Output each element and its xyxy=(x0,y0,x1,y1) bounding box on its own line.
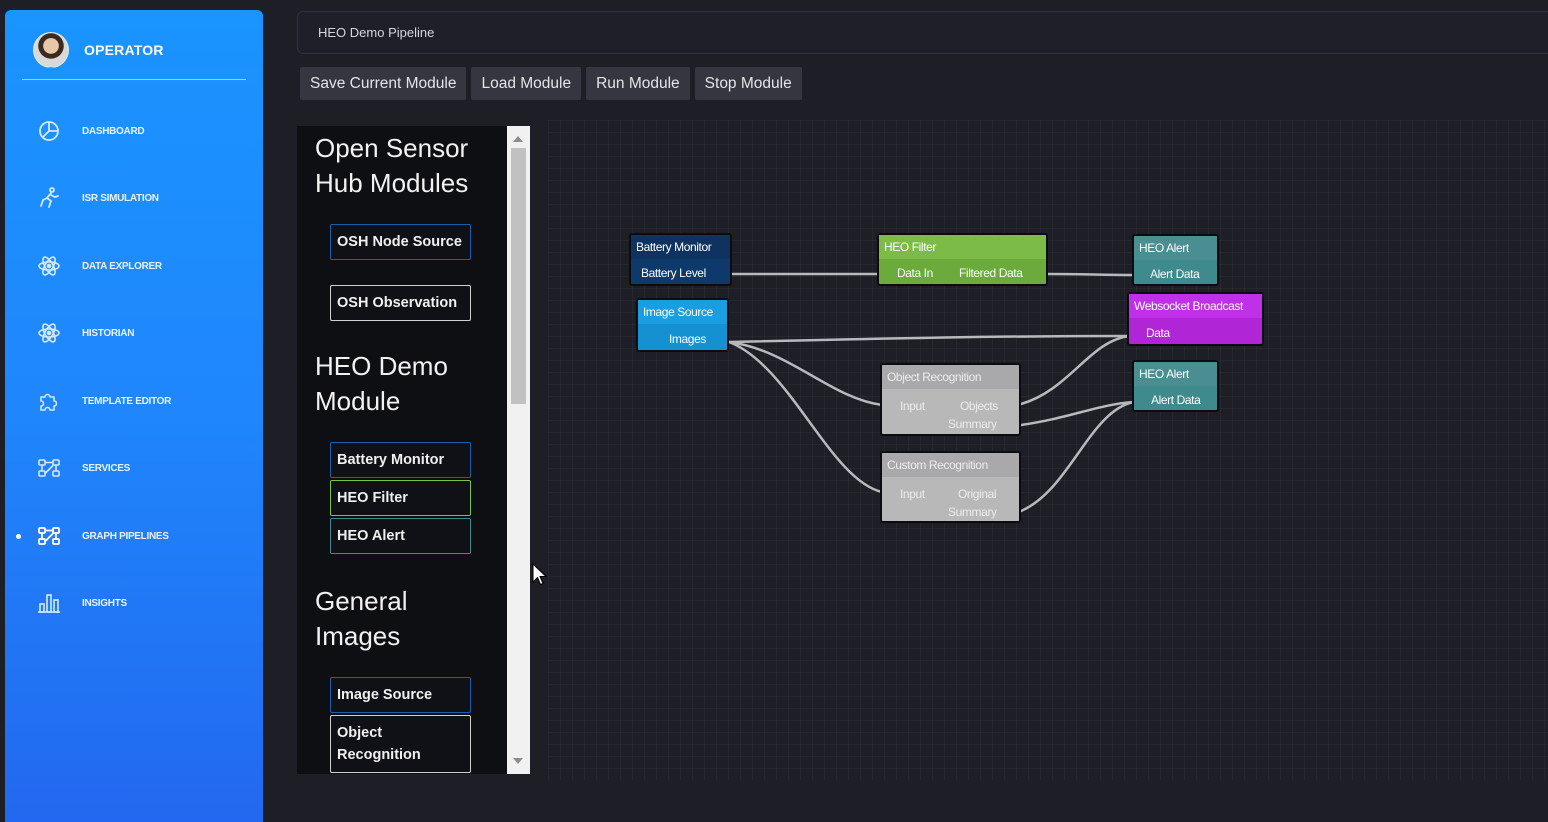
mouse-pointer-icon xyxy=(532,563,548,586)
node-output-port[interactable]: Filtered Data xyxy=(959,266,1023,280)
scroll-thumb[interactable] xyxy=(511,148,526,404)
section-heading: Open Sensor Hub Modules xyxy=(315,131,468,201)
node-custom-recognition[interactable]: Custom Recognition Input Original Summar… xyxy=(880,451,1021,523)
node-input-port[interactable]: Input xyxy=(900,399,925,413)
node-title: Custom Recognition xyxy=(882,453,1019,477)
node-input-port[interactable]: Input xyxy=(900,487,925,501)
scroll-up-arrow-icon[interactable] xyxy=(513,136,523,142)
sidebar-item-label: DASHBOARD xyxy=(82,125,145,137)
atom-icon xyxy=(36,320,62,346)
sidebar-item-isr-simulation[interactable]: ISR SIMULATION xyxy=(5,178,263,218)
section-heading-line: General xyxy=(315,586,408,616)
node-heo-alert-2[interactable]: HEO Alert Alert Data xyxy=(1132,360,1219,412)
node-heo-filter[interactable]: HEO Filter Data In Filtered Data xyxy=(877,233,1048,286)
pipeline-title-bar: HEO Demo Pipeline xyxy=(297,11,1548,54)
module-osh-node-source[interactable]: OSH Node Source xyxy=(330,224,471,260)
sidebar-item-label: GRAPH PIPELINES xyxy=(82,530,169,542)
node-title: HEO Filter xyxy=(879,235,1046,259)
node-title: HEO Alert xyxy=(1134,362,1217,386)
avatar[interactable] xyxy=(33,32,69,68)
running-person-icon xyxy=(36,185,62,211)
node-heo-alert[interactable]: HEO Alert Alert Data xyxy=(1132,234,1219,286)
sidebar-item-dashboard[interactable]: DASHBOARD xyxy=(5,111,263,151)
sidebar-item-services[interactable]: SERVICES xyxy=(5,448,263,488)
sidebar-item-graph-pipelines[interactable]: GRAPH PIPELINES xyxy=(5,516,263,556)
node-output-port[interactable]: Summary xyxy=(948,417,997,431)
scroll-down-arrow-icon[interactable] xyxy=(513,758,523,764)
load-module-button[interactable]: Load Module xyxy=(471,67,582,100)
sidebar-item-template-editor[interactable]: TEMPLATE EDITOR xyxy=(5,381,263,421)
section-heading-line: Hub Modules xyxy=(315,168,469,198)
node-output-port[interactable]: Images xyxy=(669,332,706,346)
module-heo-alert[interactable]: HEO Alert xyxy=(330,518,471,554)
stop-module-button[interactable]: Stop Module xyxy=(694,67,802,100)
sidebar-item-data-explorer[interactable]: DATA EXPLORER xyxy=(5,246,263,286)
network-icon xyxy=(36,455,62,481)
section-heading-line: Images xyxy=(315,621,401,651)
network-icon xyxy=(36,523,62,549)
module-library[interactable]: Open Sensor Hub Modules OSH Node Source … xyxy=(297,126,507,774)
module-osh-observation[interactable]: OSH Observation xyxy=(330,285,471,321)
pie-chart-icon xyxy=(36,118,62,144)
section-heading-line: Module xyxy=(315,386,401,416)
module-image-source[interactable]: Image Source xyxy=(330,677,471,713)
node-object-recognition[interactable]: Object Recognition Input Objects Summary xyxy=(880,363,1021,436)
node-title: Battery Monitor xyxy=(631,235,730,259)
profile-name: OPERATOR xyxy=(84,42,164,58)
node-output-port[interactable]: Original xyxy=(958,487,997,501)
section-heading: General Images xyxy=(315,584,408,654)
sidebar-item-label: SERVICES xyxy=(82,462,130,474)
node-input-port[interactable]: Alert Data xyxy=(1150,267,1200,281)
sidebar-item-label: ISR SIMULATION xyxy=(82,192,159,204)
library-scrollbar[interactable] xyxy=(507,126,530,774)
node-output-port[interactable]: Summary xyxy=(948,505,997,519)
sidebar-item-historian[interactable]: HISTORIAN xyxy=(5,313,263,353)
save-current-module-button[interactable]: Save Current Module xyxy=(300,67,467,100)
node-battery-monitor[interactable]: Battery Monitor Battery Level xyxy=(629,233,732,286)
graph-canvas[interactable] xyxy=(548,120,1548,780)
run-module-button[interactable]: Run Module xyxy=(586,67,690,100)
node-input-port[interactable]: Data xyxy=(1146,326,1170,340)
node-title: Object Recognition xyxy=(882,365,1019,389)
module-battery-monitor[interactable]: Battery Monitor xyxy=(330,442,471,478)
toolbar: Save Current Module Load Module Run Modu… xyxy=(300,67,802,100)
node-input-port[interactable]: Alert Data xyxy=(1151,393,1201,407)
atom-icon xyxy=(36,253,62,279)
node-image-source[interactable]: Image Source Images xyxy=(636,298,729,352)
section-heading-line: Open Sensor xyxy=(315,133,469,163)
sidebar-divider xyxy=(22,79,246,80)
node-input-port[interactable]: Data In xyxy=(897,266,933,280)
sidebar-item-label: HISTORIAN xyxy=(82,327,135,339)
puzzle-icon xyxy=(36,388,62,414)
node-title: Websocket Broadcast xyxy=(1129,294,1262,318)
section-heading-line: HEO Demo xyxy=(315,351,448,381)
module-heo-filter[interactable]: HEO Filter xyxy=(330,480,471,516)
sidebar-item-label: INSIGHTS xyxy=(82,597,127,609)
sidebar-item-insights[interactable]: INSIGHTS xyxy=(5,583,263,623)
active-indicator xyxy=(16,533,21,539)
node-output-port[interactable]: Objects xyxy=(960,399,998,413)
node-title: HEO Alert xyxy=(1134,236,1217,260)
module-object-recognition[interactable]: Object Recognition xyxy=(330,715,471,773)
sidebar: OPERATOR DASHBOARD ISR SIMULATION DATA E… xyxy=(5,10,263,822)
section-heading: HEO Demo Module xyxy=(315,349,448,419)
user-profile[interactable]: OPERATOR xyxy=(33,30,164,70)
node-websocket-broadcast[interactable]: Websocket Broadcast Data xyxy=(1127,292,1264,346)
sidebar-item-label: TEMPLATE EDITOR xyxy=(82,395,172,407)
bar-chart-icon xyxy=(36,590,62,616)
sidebar-item-label: DATA EXPLORER xyxy=(82,260,162,272)
page-title: HEO Demo Pipeline xyxy=(318,25,435,40)
node-output-port[interactable]: Battery Level xyxy=(641,266,706,280)
node-title: Image Source xyxy=(638,300,727,324)
